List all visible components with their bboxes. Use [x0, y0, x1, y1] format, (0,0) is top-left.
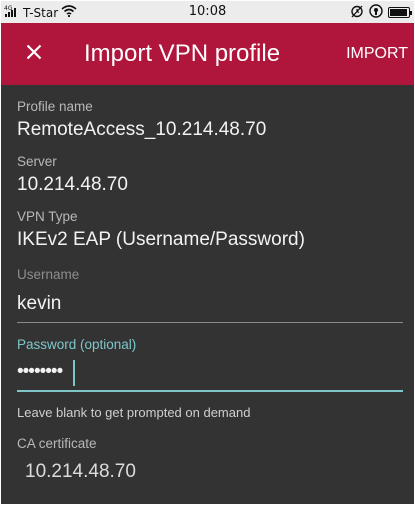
vpn-type-label: VPN Type — [17, 209, 78, 224]
page-title: Import VPN profile — [84, 40, 281, 67]
username-label: Username — [17, 267, 80, 282]
app-bar: Import VPN profile IMPORT — [1, 23, 414, 85]
password-value: •••••••• — [17, 361, 63, 382]
vpn-key-icon — [369, 4, 383, 21]
screen: 4G T-Star 10:08 Import VPN profile IMPOR… — [1, 1, 414, 504]
ca-certificate-label: CA certificate — [17, 436, 97, 451]
username-field[interactable]: kevin — [17, 289, 403, 323]
battery-icon — [388, 7, 412, 18]
ca-certificate-select[interactable]: 10.214.48.70 — [17, 456, 403, 490]
password-helper-text: Leave blank to get prompted on demand — [17, 405, 251, 420]
close-icon — [26, 44, 42, 64]
import-button[interactable]: IMPORT — [346, 44, 408, 64]
password-underline — [17, 390, 403, 392]
server-value: 10.214.48.70 — [17, 174, 128, 195]
password-label: Password (optional) — [17, 337, 137, 352]
username-underline — [17, 322, 403, 323]
username-value: kevin — [17, 293, 62, 314]
vpn-type-value: IKEv2 EAP (Username/Password) — [17, 229, 305, 250]
profile-name-value: RemoteAccess_10.214.48.70 — [17, 119, 267, 140]
status-right — [350, 4, 412, 21]
password-field[interactable]: •••••••• — [17, 358, 403, 392]
alarm-icon — [350, 4, 364, 21]
text-cursor — [73, 360, 75, 386]
status-bar: 4G T-Star 10:08 — [1, 1, 414, 23]
close-button[interactable] — [19, 39, 49, 69]
ca-certificate-value: 10.214.48.70 — [25, 461, 136, 482]
server-label: Server — [17, 154, 57, 169]
profile-name-label: Profile name — [17, 99, 93, 114]
